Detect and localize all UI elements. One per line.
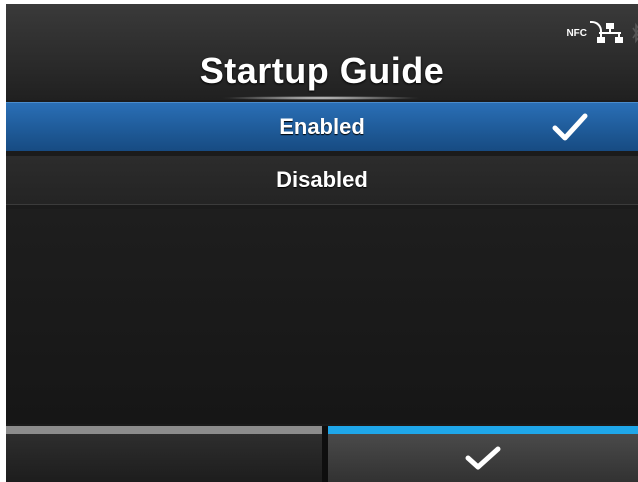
nfc-label: NFC (566, 27, 587, 39)
option-enabled[interactable]: Enabled (6, 102, 638, 151)
header: NFC Startup Guide (6, 4, 638, 100)
check-icon (465, 446, 501, 470)
page-title: Startup Guide (199, 50, 445, 91)
selected-check-icon (552, 113, 588, 141)
confirm-button[interactable] (328, 434, 638, 482)
softkey-right-indicator (328, 426, 638, 434)
softkey-left-indicator (6, 426, 322, 434)
nfc-icon: NFC (566, 20, 603, 39)
option-disabled[interactable]: Disabled (6, 156, 638, 205)
printer-screen: NFC Startup Guide Enabled Disabled (6, 4, 638, 482)
status-icons: NFC (566, 20, 638, 46)
option-disabled-label: Disabled (276, 167, 368, 192)
bluetooth-icon (632, 22, 638, 44)
empty-list-area (6, 209, 638, 424)
softkey-left[interactable] (6, 434, 322, 482)
network-icon (597, 23, 623, 43)
title-underline-glow (221, 96, 421, 100)
option-enabled-label: Enabled (279, 114, 365, 139)
